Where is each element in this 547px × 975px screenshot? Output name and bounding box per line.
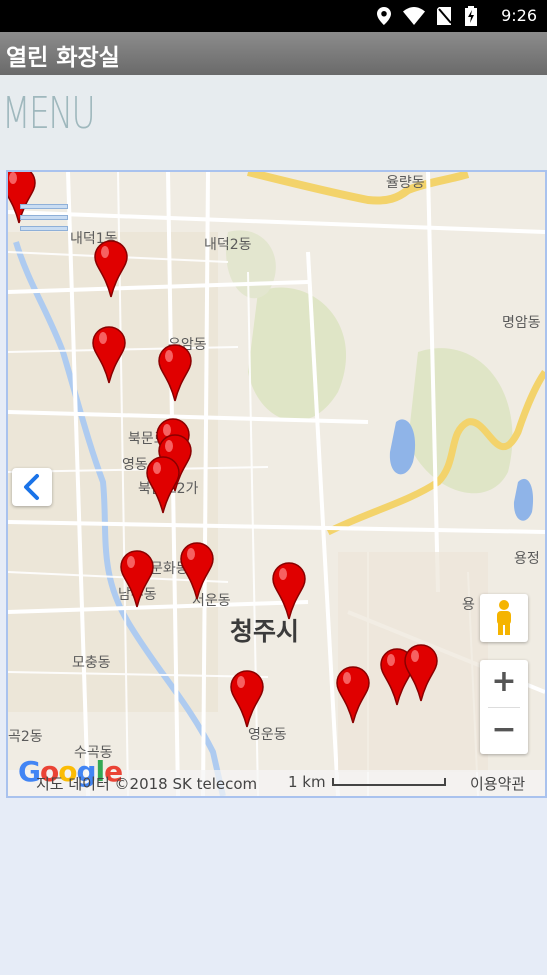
menu-label[interactable]: MENU [2,88,96,139]
map-label: 내덕2동 [204,237,252,253]
map-background [8,172,545,796]
app-title: 열린 화장실 [6,45,120,71]
terms-link[interactable]: 이용약관 [470,773,525,794]
no-sim-icon [437,7,452,25]
map-marker-icon[interactable] [146,456,180,514]
pegman-icon [497,600,511,635]
hamburger-menu-icon[interactable] [20,204,68,238]
app-bar: 열린 화장실 [0,32,547,75]
zoom-out-button[interactable]: − [480,708,528,754]
map-marker-icon[interactable] [404,644,438,702]
street-view-button[interactable] [480,594,528,642]
map-marker-icon[interactable] [158,344,192,402]
status-time: 9:26 [501,6,537,25]
map-view[interactable]: 내덕1동 내덕2동 율량동 명암동 우암동 북문로1가 영동 북문로2가 용정 … [6,170,547,798]
map-scale-label: 1 km [288,773,326,791]
map-label: 명암동 [502,315,541,331]
wifi-icon [403,7,425,25]
map-marker-icon[interactable] [230,670,264,728]
location-icon [377,7,391,25]
map-marker-icon[interactable] [92,326,126,384]
chevron-left-icon [24,474,39,500]
battery-charging-icon [465,6,477,26]
zoom-in-button[interactable]: + [480,660,528,706]
zoom-control: + − [480,660,528,754]
map-label: 곡2동 [8,729,43,745]
map-marker-icon[interactable] [94,240,128,298]
map-label: 모충동 [72,655,111,671]
map-marker-icon[interactable] [180,542,214,600]
status-bar: 9:26 [0,0,547,32]
map-label: 용정 [514,551,540,567]
map-label: 율량동 [386,175,425,191]
back-button[interactable] [12,468,52,506]
map-label: 영동 [122,457,148,473]
map-data-attribution: 지도 데이터 ©2018 SK telecom [36,775,258,793]
map-label: 용 [462,597,475,613]
map-marker-icon[interactable] [336,666,370,724]
map-marker-icon[interactable] [120,550,154,608]
map-marker-icon[interactable] [272,562,306,620]
status-icons [377,6,477,26]
map-scale-bar [332,778,446,786]
